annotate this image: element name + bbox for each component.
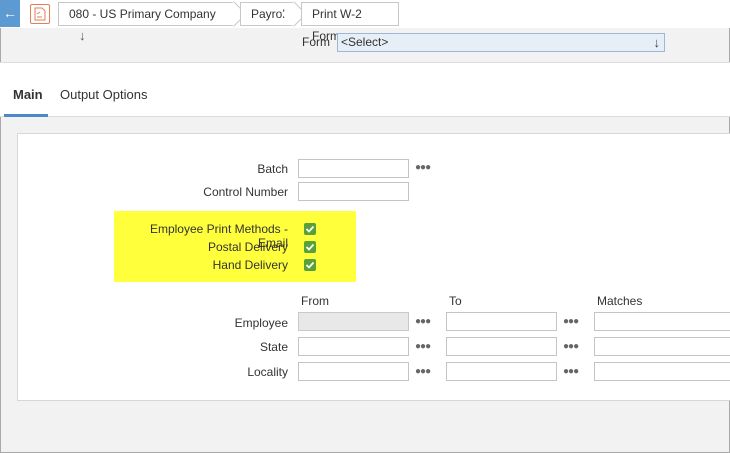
employee-matches-input[interactable] bbox=[594, 312, 730, 331]
batch-input[interactable] bbox=[298, 159, 409, 178]
matches-header: Matches bbox=[597, 294, 643, 308]
locality-to-input[interactable] bbox=[446, 362, 557, 381]
breadcrumb-payroll-label: Payroll bbox=[251, 7, 288, 21]
postal-delivery-checkbox[interactable] bbox=[304, 241, 316, 253]
form-select[interactable]: <Select> ↓ bbox=[337, 33, 665, 52]
state-matches-input[interactable] bbox=[594, 337, 730, 356]
breadcrumb-company-label: 080 - US Primary Company bbox=[69, 7, 216, 21]
back-arrow-icon: ← bbox=[3, 5, 17, 21]
employee-to-input[interactable] bbox=[446, 312, 557, 331]
to-header: To bbox=[449, 294, 462, 308]
state-to-lookup-icon[interactable]: ●●● bbox=[563, 341, 579, 352]
active-tab-indicator bbox=[4, 114, 48, 117]
state-from-lookup-icon[interactable]: ●●● bbox=[415, 341, 431, 352]
state-from-input[interactable] bbox=[298, 337, 409, 356]
email-checkbox[interactable] bbox=[304, 223, 316, 235]
batch-label: Batch bbox=[257, 162, 288, 176]
breadcrumb-payroll[interactable]: Payroll bbox=[240, 2, 295, 26]
control-number-label: Control Number bbox=[203, 185, 288, 199]
employee-label: Employee bbox=[234, 316, 288, 330]
breadcrumb-bar: ← 080 - US Primary Company ↓ Payroll Pri… bbox=[0, 0, 730, 43]
locality-matches-input[interactable] bbox=[594, 362, 730, 381]
arrow-down-icon[interactable]: ↓ bbox=[79, 28, 86, 43]
form-select-value: <Select> bbox=[341, 35, 389, 49]
arrow-down-icon: ↓ bbox=[653, 35, 661, 50]
employee-from-input[interactable] bbox=[298, 312, 409, 331]
locality-from-input[interactable] bbox=[298, 362, 409, 381]
tab-output-options[interactable]: Output Options bbox=[60, 87, 147, 102]
state-to-input[interactable] bbox=[446, 337, 557, 356]
locality-label: Locality bbox=[247, 365, 288, 379]
document-icon[interactable] bbox=[30, 4, 50, 24]
form-label: Form bbox=[302, 35, 330, 49]
hand-delivery-checkbox[interactable] bbox=[304, 259, 316, 271]
employee-to-lookup-icon[interactable]: ●●● bbox=[563, 316, 579, 327]
breadcrumb-company[interactable]: 080 - US Primary Company ↓ bbox=[58, 2, 235, 43]
state-label: State bbox=[259, 340, 288, 354]
breadcrumb-print-w2[interactable]: Print W-2 Forms bbox=[301, 2, 399, 43]
checkmark-icon bbox=[305, 243, 315, 251]
employee-from-lookup-icon[interactable]: ●●● bbox=[415, 316, 431, 327]
control-number-input[interactable] bbox=[298, 182, 409, 201]
postal-delivery-label: Postal Delivery bbox=[207, 240, 288, 254]
back-arrow-button[interactable]: ← bbox=[0, 0, 20, 27]
tab-main[interactable]: Main bbox=[13, 87, 43, 102]
locality-to-lookup-icon[interactable]: ●●● bbox=[563, 366, 579, 377]
locality-from-lookup-icon[interactable]: ●●● bbox=[415, 366, 431, 377]
hand-delivery-label: Hand Delivery bbox=[212, 258, 288, 272]
checkmark-icon bbox=[305, 225, 315, 233]
from-header: From bbox=[301, 294, 329, 308]
tab-bar: Main Output Options bbox=[0, 62, 730, 117]
batch-lookup-icon[interactable]: ●●● bbox=[415, 162, 431, 173]
checkmark-icon bbox=[305, 261, 315, 269]
